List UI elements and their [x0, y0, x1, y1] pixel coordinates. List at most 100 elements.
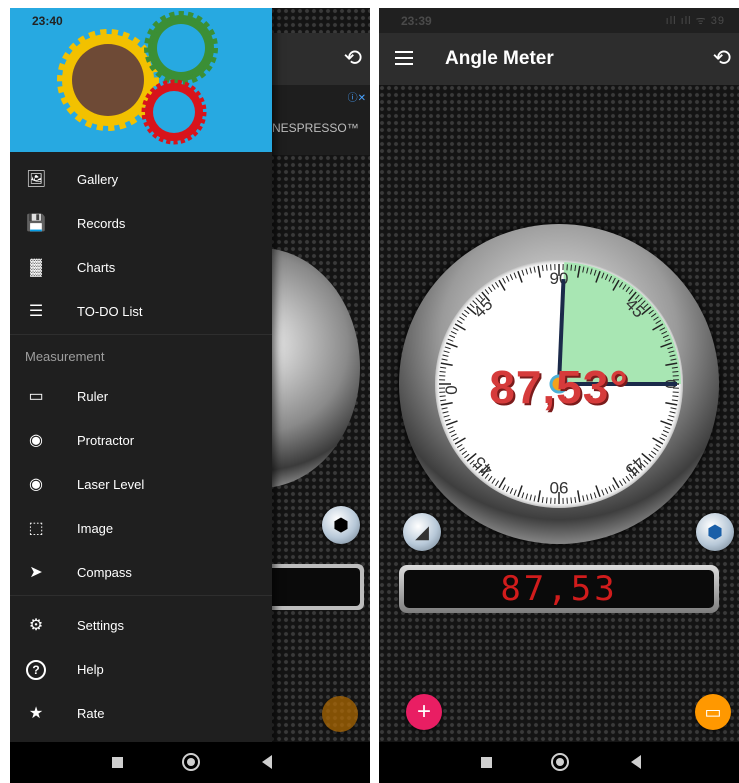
- status-time: 23:40: [32, 14, 63, 28]
- drawer-header: 23:40: [10, 8, 272, 152]
- gauge-tick: [545, 264, 548, 271]
- drawer-divider: [10, 595, 272, 604]
- gauge-tick: [648, 453, 654, 459]
- gauge-tick: [464, 309, 470, 315]
- ruler-icon: ▭: [28, 388, 44, 405]
- gauge-tick: [513, 489, 517, 496]
- gauge-tick: [593, 492, 597, 499]
- gauge-tick: [443, 414, 450, 418]
- red-gear: [141, 79, 207, 145]
- drawer-item-records[interactable]: 💾 Records: [10, 202, 272, 246]
- gauge-tick: [574, 496, 577, 503]
- left-phone-screen: ⟲ NESPRESSO™ ⓘ✕ ⬢ 23:40 🖼 Gallery 💾 Reco…: [10, 8, 370, 783]
- star-icon: ★: [28, 705, 44, 722]
- right-phone-screen: 23:39 ıll ıll ᯤ 39 Angle Meter ⟲ 90 45 4…: [379, 8, 739, 783]
- drawer-item-help[interactable]: ? Help: [10, 648, 272, 692]
- add-fab-button[interactable]: +: [406, 694, 442, 730]
- back-button[interactable]: [631, 755, 641, 769]
- drawer-item-label: Records: [77, 216, 126, 231]
- ad-close-icon[interactable]: ⓘ✕: [348, 89, 366, 104]
- gauge-tick: [452, 437, 459, 441]
- system-nav-bar: [379, 742, 739, 783]
- recents-button[interactable]: [481, 757, 492, 768]
- status-time: 23:39: [401, 14, 432, 28]
- gauge-tick: [586, 494, 589, 501]
- gauge-tick: [545, 497, 548, 504]
- gauge-tick: [491, 478, 496, 484]
- gauge-tick: [541, 265, 544, 272]
- gauge-tick: [529, 494, 532, 501]
- drawer-item-protractor[interactable]: ◉ Protractor: [10, 419, 272, 463]
- gauge-tick: [589, 493, 593, 500]
- gauge-tick: [445, 342, 458, 348]
- camera-icon: ◉: [29, 432, 43, 449]
- menu-icon[interactable]: [395, 51, 413, 65]
- gauge-tick: [517, 485, 523, 498]
- gauge-tick: [541, 496, 544, 503]
- save-icon: 💾: [26, 215, 46, 232]
- home-button[interactable]: [551, 753, 569, 771]
- gauge-tick: [625, 475, 630, 482]
- home-button[interactable]: [182, 753, 200, 771]
- gauge-tick: [662, 429, 669, 434]
- level-tool-button[interactable]: ⬢: [696, 513, 734, 551]
- app-bar: Angle Meter ⟲: [379, 33, 739, 85]
- angle-readout-large: 87,53°: [489, 361, 629, 413]
- gauge-tick: [509, 487, 514, 494]
- drawer-item-gallery[interactable]: 🖼 Gallery: [10, 158, 272, 202]
- navigation-drawer: 23:40 🖼 Gallery 💾 Records ▓ Charts ☰ TO-…: [10, 8, 272, 783]
- gauge-tick: [449, 334, 456, 339]
- ruler-fab-button[interactable]: ▭: [695, 694, 731, 730]
- gauge-tick: [461, 313, 468, 318]
- drawer-item-settings[interactable]: ⚙ Settings: [10, 604, 272, 648]
- angle-tool-button[interactable]: ◢: [403, 513, 441, 551]
- recents-button[interactable]: [112, 757, 123, 768]
- drawer-item-label: TO-DO List: [77, 304, 143, 319]
- yellow-gear: [57, 29, 159, 131]
- drawer-item-rate[interactable]: ★ Rate: [10, 692, 272, 736]
- drawer-item-charts[interactable]: ▓ Charts: [10, 246, 272, 290]
- gauge-tick: [461, 450, 468, 455]
- drawer-item-label: Ruler: [77, 389, 109, 404]
- gauge-tick: [445, 420, 458, 426]
- tick-label-90-top: 90: [550, 269, 569, 288]
- gauge-tick: [517, 270, 523, 283]
- drawer-item-compass[interactable]: ➤ Compass: [10, 551, 272, 595]
- drawer-item-label: Compass: [77, 565, 132, 580]
- gauge-tick: [660, 420, 673, 426]
- gauge-tick: [494, 480, 500, 487]
- gauge-tick: [582, 495, 585, 502]
- gauge-tick: [456, 319, 463, 325]
- gauge-tick: [601, 489, 605, 496]
- drawer-item-todo-list[interactable]: ☰ TO-DO List: [10, 290, 272, 334]
- gauge-tick: [570, 497, 573, 504]
- refresh-icon[interactable]: ⟲: [713, 45, 731, 71]
- gauge-tick: [505, 275, 510, 282]
- drawer-item-label: Help: [77, 662, 104, 677]
- gauge-tick: [450, 433, 457, 438]
- gauge-tick: [525, 268, 529, 275]
- gauge-tick: [505, 486, 510, 493]
- app-title: Angle Meter: [445, 48, 554, 69]
- refresh-icon[interactable]: ⟲: [344, 45, 362, 71]
- meter-content: 90 45 45 0 0 45 45 90 87,53° ◢ ⬢ 87,53 +: [379, 85, 739, 742]
- gauge-tick: [450, 330, 457, 335]
- gauge-tick: [459, 447, 465, 452]
- drawer-item-label: Settings: [77, 618, 124, 633]
- angle-gauge: 90 45 45 0 0 45 45 90 87,53°: [399, 224, 719, 544]
- drawer-item-image[interactable]: ⬚ Image: [10, 507, 272, 551]
- chart-icon: ▓: [30, 259, 42, 276]
- gauge-tick: [491, 284, 496, 290]
- gauge-tick: [661, 433, 668, 438]
- ad-banner[interactable]: NESPRESSO™ ⓘ✕: [272, 85, 370, 155]
- drawer-item-ruler[interactable]: ▭ Ruler: [10, 375, 272, 419]
- back-button[interactable]: [262, 755, 272, 769]
- drawer-item-label: Laser Level: [77, 477, 145, 492]
- digital-readout: 87,53: [404, 570, 714, 608]
- gauge-tick: [452, 327, 459, 331]
- gauge-tick: [529, 267, 532, 274]
- ad-text: NESPRESSO™: [272, 121, 359, 135]
- level-tool-icon: ⬢: [707, 521, 723, 542]
- gauge-tick: [655, 443, 662, 449]
- drawer-item-laser-level[interactable]: ◉ Laser Level: [10, 463, 272, 507]
